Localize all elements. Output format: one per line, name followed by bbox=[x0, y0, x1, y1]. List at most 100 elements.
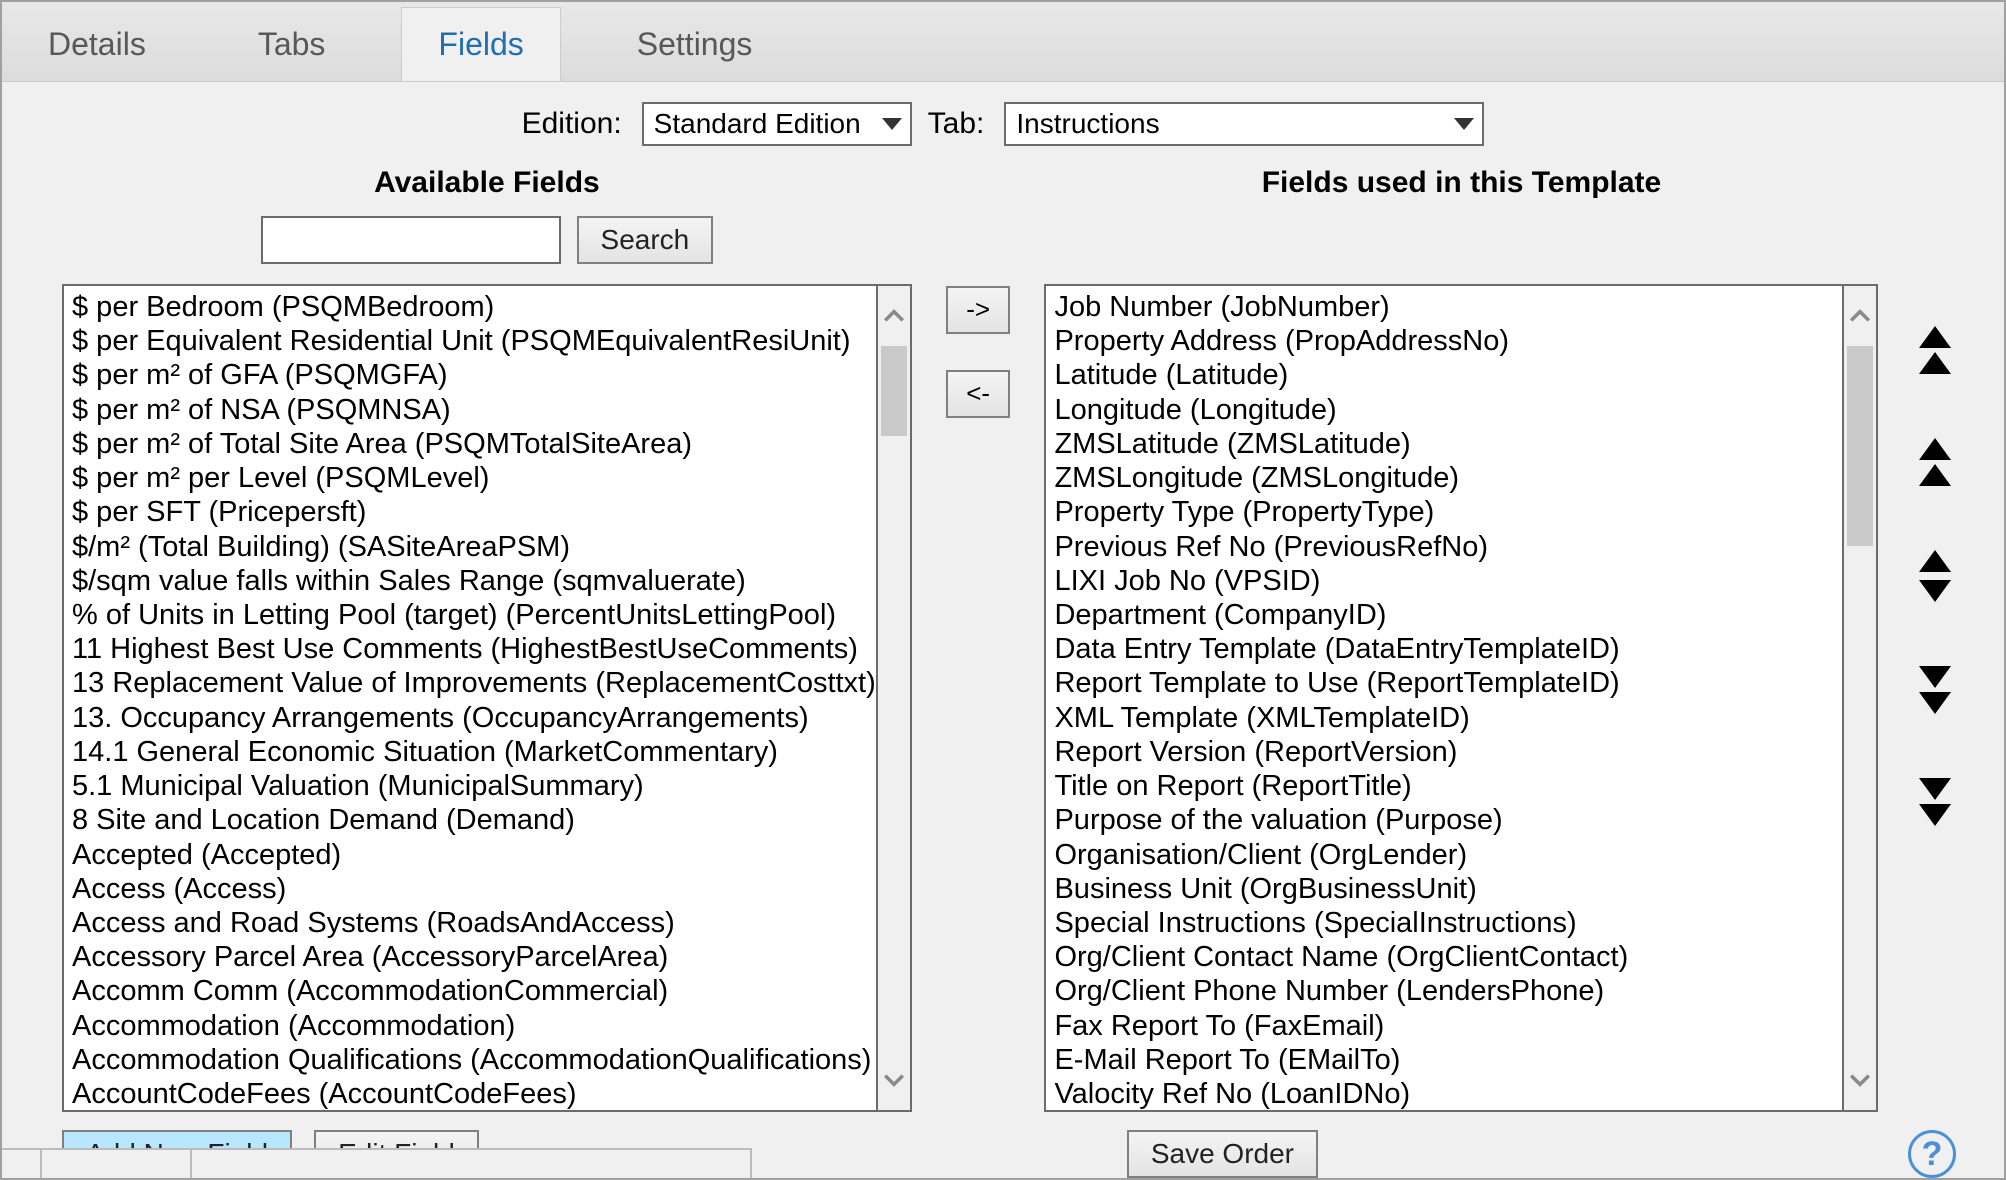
list-item[interactable]: Accommodation (Accommodation) bbox=[72, 1009, 876, 1043]
move-up-down-button[interactable] bbox=[1919, 550, 1951, 602]
list-item[interactable]: LIXI Job No (VPSID) bbox=[1054, 564, 1842, 598]
scroll-thumb[interactable] bbox=[881, 346, 907, 436]
list-item[interactable]: Special Instructions (SpecialInstruction… bbox=[1054, 906, 1842, 940]
list-item[interactable]: 13 Replacement Value of Improvements (Re… bbox=[72, 666, 876, 700]
available-fields-column: Available Fields Search $ per Bedroom (P… bbox=[62, 166, 912, 1112]
list-item[interactable]: Purpose of the valuation (Purpose) bbox=[1054, 803, 1842, 837]
scroll-down-icon[interactable] bbox=[1844, 1050, 1876, 1110]
tab-settings[interactable]: Settings bbox=[601, 8, 789, 81]
search-input[interactable] bbox=[261, 216, 561, 264]
tab-fields[interactable]: Fields bbox=[401, 7, 560, 81]
edition-select[interactable]: Standard Edition bbox=[642, 102, 912, 146]
triangle-down-icon bbox=[1919, 778, 1951, 800]
chevron-down-icon bbox=[882, 118, 902, 130]
used-fields-listbox-wrap: Job Number (JobNumber)Property Address (… bbox=[1044, 284, 1878, 1112]
list-item[interactable]: $ per SFT (Pricepersft) bbox=[72, 495, 876, 529]
scroll-up-icon[interactable] bbox=[878, 286, 910, 346]
tab-filter-label: Tab: bbox=[928, 107, 985, 141]
triangle-down-icon bbox=[1919, 580, 1951, 602]
available-fields-listbox-wrap: $ per Bedroom (PSQMBedroom)$ per Equival… bbox=[62, 284, 912, 1112]
scroll-down-icon[interactable] bbox=[878, 1050, 910, 1110]
list-item[interactable]: Org/Client Contact Name (OrgClientContac… bbox=[1054, 940, 1842, 974]
status-segment bbox=[2, 1148, 42, 1178]
list-item[interactable]: Previous Ref No (PreviousRefNo) bbox=[1054, 530, 1842, 564]
move-to-top-button[interactable] bbox=[1919, 326, 1951, 378]
list-item[interactable]: Title on Report (ReportTitle) bbox=[1054, 769, 1842, 803]
remove-from-template-button[interactable]: <- bbox=[946, 370, 1010, 418]
scroll-track[interactable] bbox=[878, 346, 910, 1050]
list-item[interactable]: XML Template (XMLTemplateID) bbox=[1054, 701, 1842, 735]
list-item[interactable]: Access and Road Systems (RoadsAndAccess) bbox=[72, 906, 876, 940]
top-tab-strip: Details Tabs Fields Settings bbox=[2, 2, 2004, 82]
triangle-up-icon bbox=[1919, 550, 1951, 572]
list-item[interactable]: Longitude (Longitude) bbox=[1054, 393, 1842, 427]
used-fields-scrollbar[interactable] bbox=[1844, 284, 1878, 1112]
window: Details Tabs Fields Settings Edition: St… bbox=[0, 0, 2006, 1180]
list-item[interactable]: Data Entry Template (DataEntryTemplateID… bbox=[1054, 632, 1842, 666]
tab-details[interactable]: Details bbox=[12, 8, 182, 81]
list-item[interactable]: Report Template to Use (ReportTemplateID… bbox=[1054, 666, 1842, 700]
list-item[interactable]: Accepted (Accepted) bbox=[72, 838, 876, 872]
list-item[interactable]: ZMSLongitude (ZMSLongitude) bbox=[1054, 461, 1842, 495]
triangle-up-icon bbox=[1919, 464, 1951, 486]
status-bar bbox=[2, 1148, 2004, 1178]
tab-filter-select[interactable]: Instructions bbox=[1004, 102, 1484, 146]
list-item[interactable]: $ per m² of NSA (PSQMNSA) bbox=[72, 393, 876, 427]
list-item[interactable]: 11 Highest Best Use Comments (HighestBes… bbox=[72, 632, 876, 666]
transfer-buttons-column: -> <- bbox=[940, 286, 1017, 1112]
triangle-up-icon bbox=[1919, 352, 1951, 374]
list-item[interactable]: Accommodation Qualifications (Accommodat… bbox=[72, 1043, 876, 1077]
move-to-bottom-button[interactable] bbox=[1919, 774, 1951, 826]
list-item[interactable]: $ per Equivalent Residential Unit (PSQME… bbox=[72, 324, 876, 358]
available-fields-listbox[interactable]: $ per Bedroom (PSQMBedroom)$ per Equival… bbox=[62, 284, 878, 1112]
scroll-track[interactable] bbox=[1844, 346, 1876, 1050]
triangle-down-icon bbox=[1919, 804, 1951, 826]
list-item[interactable]: Department (CompanyID) bbox=[1054, 598, 1842, 632]
status-segment bbox=[192, 1148, 752, 1178]
edition-select-value: Standard Edition bbox=[654, 108, 861, 140]
list-item[interactable]: 8 Site and Location Demand (Demand) bbox=[72, 803, 876, 837]
tab-tabs[interactable]: Tabs bbox=[222, 8, 362, 81]
move-up-page-button[interactable] bbox=[1919, 438, 1951, 490]
list-item[interactable]: $ per m² of Total Site Area (PSQMTotalSi… bbox=[72, 427, 876, 461]
list-item[interactable]: $ per m² per Level (PSQMLevel) bbox=[72, 461, 876, 495]
list-item[interactable]: Org/Client Phone Number (LendersPhone) bbox=[1054, 974, 1842, 1008]
list-item[interactable]: $ per Bedroom (PSQMBedroom) bbox=[72, 290, 876, 324]
search-button[interactable]: Search bbox=[577, 216, 714, 264]
list-item[interactable]: Fax Report To (FaxEmail) bbox=[1054, 1009, 1842, 1043]
list-item[interactable]: Property Type (PropertyType) bbox=[1054, 495, 1842, 529]
chevron-down-icon bbox=[1454, 118, 1474, 130]
list-item[interactable]: Accessory Parcel Area (AccessoryParcelAr… bbox=[72, 940, 876, 974]
scroll-up-icon[interactable] bbox=[1844, 286, 1876, 346]
search-row: Search bbox=[261, 216, 714, 264]
list-item[interactable]: Report Version (ReportVersion) bbox=[1054, 735, 1842, 769]
reorder-column bbox=[1906, 326, 1964, 1112]
list-item[interactable]: Organisation/Client (OrgLender) bbox=[1054, 838, 1842, 872]
list-item[interactable]: 13. Occupancy Arrangements (OccupancyArr… bbox=[72, 701, 876, 735]
list-item[interactable]: Accomm Comm (AccommodationCommercial) bbox=[72, 974, 876, 1008]
list-item[interactable]: Property Address (PropAddressNo) bbox=[1054, 324, 1842, 358]
list-item[interactable]: Business Unit (OrgBusinessUnit) bbox=[1054, 872, 1842, 906]
used-fields-listbox[interactable]: Job Number (JobNumber)Property Address (… bbox=[1044, 284, 1844, 1112]
scroll-thumb[interactable] bbox=[1847, 346, 1873, 546]
available-fields-scrollbar[interactable] bbox=[878, 284, 912, 1112]
list-item[interactable]: Job Number (JobNumber) bbox=[1054, 290, 1842, 324]
list-item[interactable]: $/m² (Total Building) (SASiteAreaPSM) bbox=[72, 530, 876, 564]
list-item[interactable]: Latitude (Latitude) bbox=[1054, 358, 1842, 392]
add-to-template-button[interactable]: -> bbox=[946, 286, 1010, 334]
available-fields-title: Available Fields bbox=[374, 166, 600, 200]
list-item[interactable]: ZMSLatitude (ZMSLatitude) bbox=[1054, 427, 1842, 461]
list-item[interactable]: 5.1 Municipal Valuation (MunicipalSummar… bbox=[72, 769, 876, 803]
triangle-down-icon bbox=[1919, 692, 1951, 714]
list-item[interactable]: Valocity Ref No (LoanIDNo) bbox=[1054, 1077, 1842, 1111]
triangle-up-icon bbox=[1919, 326, 1951, 348]
list-item[interactable]: AccountCodeFees (AccountCodeFees) bbox=[72, 1077, 876, 1111]
list-item[interactable]: $/sqm value falls within Sales Range (sq… bbox=[72, 564, 876, 598]
move-down-page-button[interactable] bbox=[1919, 662, 1951, 714]
list-item[interactable]: Access (Access) bbox=[72, 872, 876, 906]
list-item[interactable]: $ per m² of GFA (PSQMGFA) bbox=[72, 358, 876, 392]
list-item[interactable]: 14.1 General Economic Situation (MarketC… bbox=[72, 735, 876, 769]
list-item[interactable]: E-Mail Report To (EMailTo) bbox=[1054, 1043, 1842, 1077]
status-segment bbox=[42, 1148, 192, 1178]
list-item[interactable]: % of Units in Letting Pool (target) (Per… bbox=[72, 598, 876, 632]
